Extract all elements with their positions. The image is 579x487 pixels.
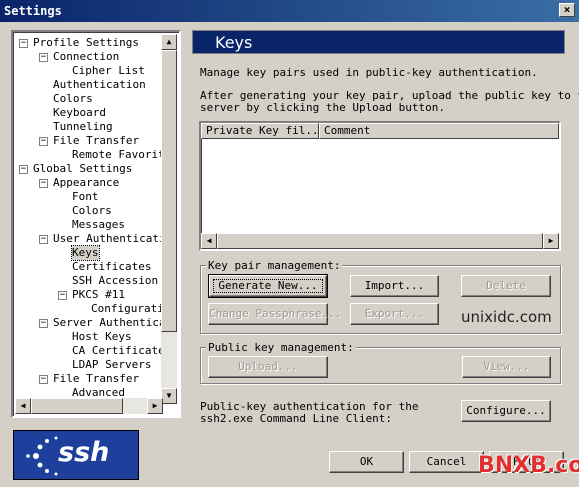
expander-icon[interactable]: − bbox=[39, 319, 48, 328]
description-text: Manage key pairs used in public-key auth… bbox=[200, 66, 538, 79]
tree-item[interactable]: Appearance bbox=[53, 176, 119, 190]
scroll-right-icon[interactable]: ▶ bbox=[543, 233, 559, 249]
ssh-logo: ssh bbox=[13, 430, 139, 480]
tree-item[interactable]: File Transfer bbox=[53, 372, 139, 386]
expander-icon[interactable]: − bbox=[39, 53, 48, 62]
page-title: Keys bbox=[215, 33, 253, 52]
list-horizontal-scrollbar[interactable]: ◀ ▶ bbox=[201, 233, 559, 249]
public-key-management-label: Public key management: bbox=[206, 341, 356, 354]
delete-label: Delete bbox=[486, 279, 526, 292]
tree-item[interactable]: Messages bbox=[72, 218, 125, 232]
cancel-button[interactable]: Cancel bbox=[409, 451, 484, 473]
tree-vertical-scrollbar[interactable]: ▲ ▼ bbox=[161, 34, 177, 404]
brand-watermark: BNXB.com bbox=[478, 453, 579, 478]
configure-label: Configure... bbox=[466, 404, 546, 417]
configure-button[interactable]: Configure... bbox=[461, 400, 551, 422]
instruction-line-2: server by clicking the Upload button. bbox=[200, 101, 446, 114]
cancel-label: Cancel bbox=[426, 455, 467, 468]
scroll-up-icon[interactable]: ▲ bbox=[161, 34, 177, 50]
tree-item[interactable]: User Authentication bbox=[53, 232, 163, 246]
page-header: Keys bbox=[192, 30, 565, 54]
tree-item[interactable]: PKCS #11 bbox=[72, 288, 125, 302]
import-label: Import... bbox=[364, 279, 425, 292]
scroll-down-icon[interactable]: ▼ bbox=[161, 388, 177, 404]
tree-item[interactable]: Cipher List bbox=[72, 64, 145, 78]
watermark-text: unixidc.com bbox=[461, 308, 552, 326]
view-button[interactable]: View... bbox=[462, 356, 551, 378]
tree-item[interactable]: Tunneling bbox=[53, 120, 113, 134]
tree-vscroll-thumb[interactable] bbox=[161, 50, 177, 332]
expander-icon[interactable]: − bbox=[39, 235, 48, 244]
title-bar: Settings × bbox=[0, 0, 579, 22]
change-passphrase-label: Change Passphrase... bbox=[209, 307, 342, 320]
expander-icon[interactable]: − bbox=[39, 179, 48, 188]
tree-item[interactable]: Colors bbox=[72, 204, 112, 218]
export-button[interactable]: Export... bbox=[350, 303, 439, 325]
tree-item[interactable]: Connection bbox=[53, 50, 119, 64]
upload-button[interactable]: Upload... bbox=[208, 356, 328, 378]
tree-item[interactable]: File Transfer bbox=[53, 134, 139, 148]
close-button[interactable]: × bbox=[559, 3, 575, 17]
tree-item[interactable]: Certificates bbox=[72, 260, 151, 274]
cmdline-text-line-2: ssh2.exe Command Line Client: bbox=[200, 412, 393, 425]
expander-icon[interactable]: − bbox=[19, 39, 28, 48]
expander-icon[interactable]: − bbox=[19, 165, 28, 174]
tree-horizontal-scrollbar[interactable]: ◀ ▶ bbox=[15, 398, 163, 414]
tree-item[interactable]: Remote Favorite bbox=[72, 148, 163, 162]
tree-item[interactable]: Global Settings bbox=[33, 162, 132, 176]
export-label: Export... bbox=[364, 307, 425, 320]
ok-button[interactable]: OK bbox=[329, 451, 404, 473]
import-button[interactable]: Import... bbox=[350, 275, 439, 297]
tree-item[interactable]: Authentication bbox=[53, 78, 146, 92]
tree-item[interactable]: Configuratio bbox=[91, 302, 163, 316]
tree-item[interactable]: Keyboard bbox=[53, 106, 106, 120]
tree-item[interactable]: Host Keys bbox=[72, 330, 132, 344]
expander-icon[interactable]: − bbox=[58, 291, 67, 300]
scroll-right-icon[interactable]: ▶ bbox=[147, 398, 163, 414]
key-pair-management-label: Key pair management: bbox=[206, 259, 343, 272]
scroll-left-icon[interactable]: ◀ bbox=[15, 398, 31, 414]
keys-list[interactable]: Private Key fil... Comment ◀ ▶ bbox=[199, 121, 561, 251]
generate-new-button[interactable]: Generate New... bbox=[208, 274, 328, 298]
tree-item[interactable]: Colors bbox=[53, 92, 93, 106]
tree-items: − Profile Settings − Connection Cipher List A… bbox=[15, 34, 163, 404]
upload-label: Upload... bbox=[238, 360, 298, 373]
list-hscroll-thumb[interactable] bbox=[217, 233, 543, 249]
delete-button[interactable]: Delete bbox=[461, 275, 551, 297]
ok-label: OK bbox=[359, 455, 374, 468]
expander-icon[interactable]: − bbox=[39, 137, 48, 146]
view-label: View... bbox=[483, 360, 530, 373]
tree-item[interactable]: Font bbox=[72, 190, 99, 204]
tree-item[interactable]: CA Certificates bbox=[72, 344, 163, 358]
column-private-key-file[interactable]: Private Key fil... bbox=[201, 123, 319, 139]
column-comment[interactable]: Comment bbox=[319, 123, 559, 139]
expander-icon[interactable]: − bbox=[39, 375, 48, 384]
tree-item[interactable]: LDAP Servers bbox=[72, 358, 151, 372]
tree-item[interactable]: Server Authenticat bbox=[53, 316, 163, 330]
scroll-left-icon[interactable]: ◀ bbox=[201, 233, 217, 249]
tree-item[interactable]: Keys bbox=[71, 245, 100, 261]
window-title: Settings bbox=[4, 4, 62, 18]
settings-tree[interactable]: − Profile Settings − Connection Cipher List A… bbox=[11, 30, 181, 418]
tree-hscroll-thumb[interactable] bbox=[31, 398, 123, 414]
change-passphrase-button[interactable]: Change Passphrase... bbox=[208, 303, 341, 325]
tree-item[interactable]: Profile Settings bbox=[33, 36, 139, 50]
logo-text: ssh bbox=[58, 437, 110, 468]
tree-item[interactable]: SSH Accession bbox=[72, 274, 158, 288]
focus-rect bbox=[213, 279, 323, 293]
close-icon: × bbox=[563, 3, 571, 16]
